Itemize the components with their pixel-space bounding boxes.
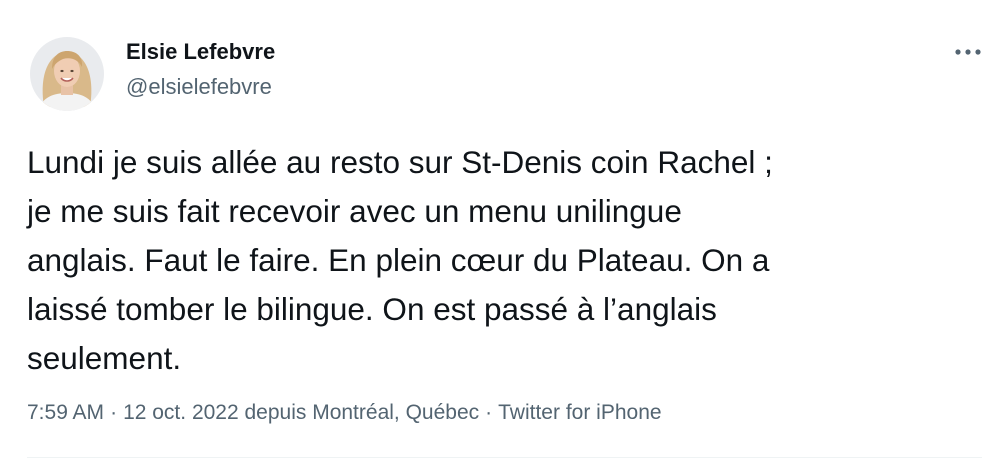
tweet-text-line: Lundi je suis allée au resto sur St-Deni… [27, 144, 773, 180]
tweet-time[interactable]: 7:59 AM [27, 401, 104, 424]
tweet-card: Elsie Lefebvre @elsielefebvre Lundi je s… [0, 0, 1008, 462]
avatar[interactable] [30, 37, 104, 111]
tweet-text-line: je me suis fait recevoir avec un menu un… [27, 193, 682, 229]
more-horizontal-icon [955, 49, 981, 55]
more-options-button[interactable] [948, 34, 988, 70]
tweet-metadata: 7:59 AM · 12 oct. 2022 depuis Montréal, Qu… [27, 398, 662, 428]
author-name[interactable]: Elsie Lefebvre [126, 38, 275, 66]
tweet-text-line: laissé tomber le bilingue. On est passé … [27, 291, 717, 327]
tweet-date-location[interactable]: 12 oct. 2022 depuis Montréal, Québec [123, 401, 479, 424]
tweet-text-line: anglais. Faut le faire. En plein cœur du… [27, 242, 770, 278]
avatar-image [30, 37, 104, 111]
meta-separator: · [485, 401, 493, 424]
author-handle[interactable]: @elsielefebvre [126, 73, 272, 101]
divider [27, 457, 982, 458]
tweet-text: Lundi je suis allée au resto sur St-Deni… [27, 138, 982, 383]
tweet-source[interactable]: Twitter for iPhone [498, 401, 661, 424]
meta-separator: · [110, 401, 118, 424]
tweet-text-line: seulement. [27, 340, 182, 376]
